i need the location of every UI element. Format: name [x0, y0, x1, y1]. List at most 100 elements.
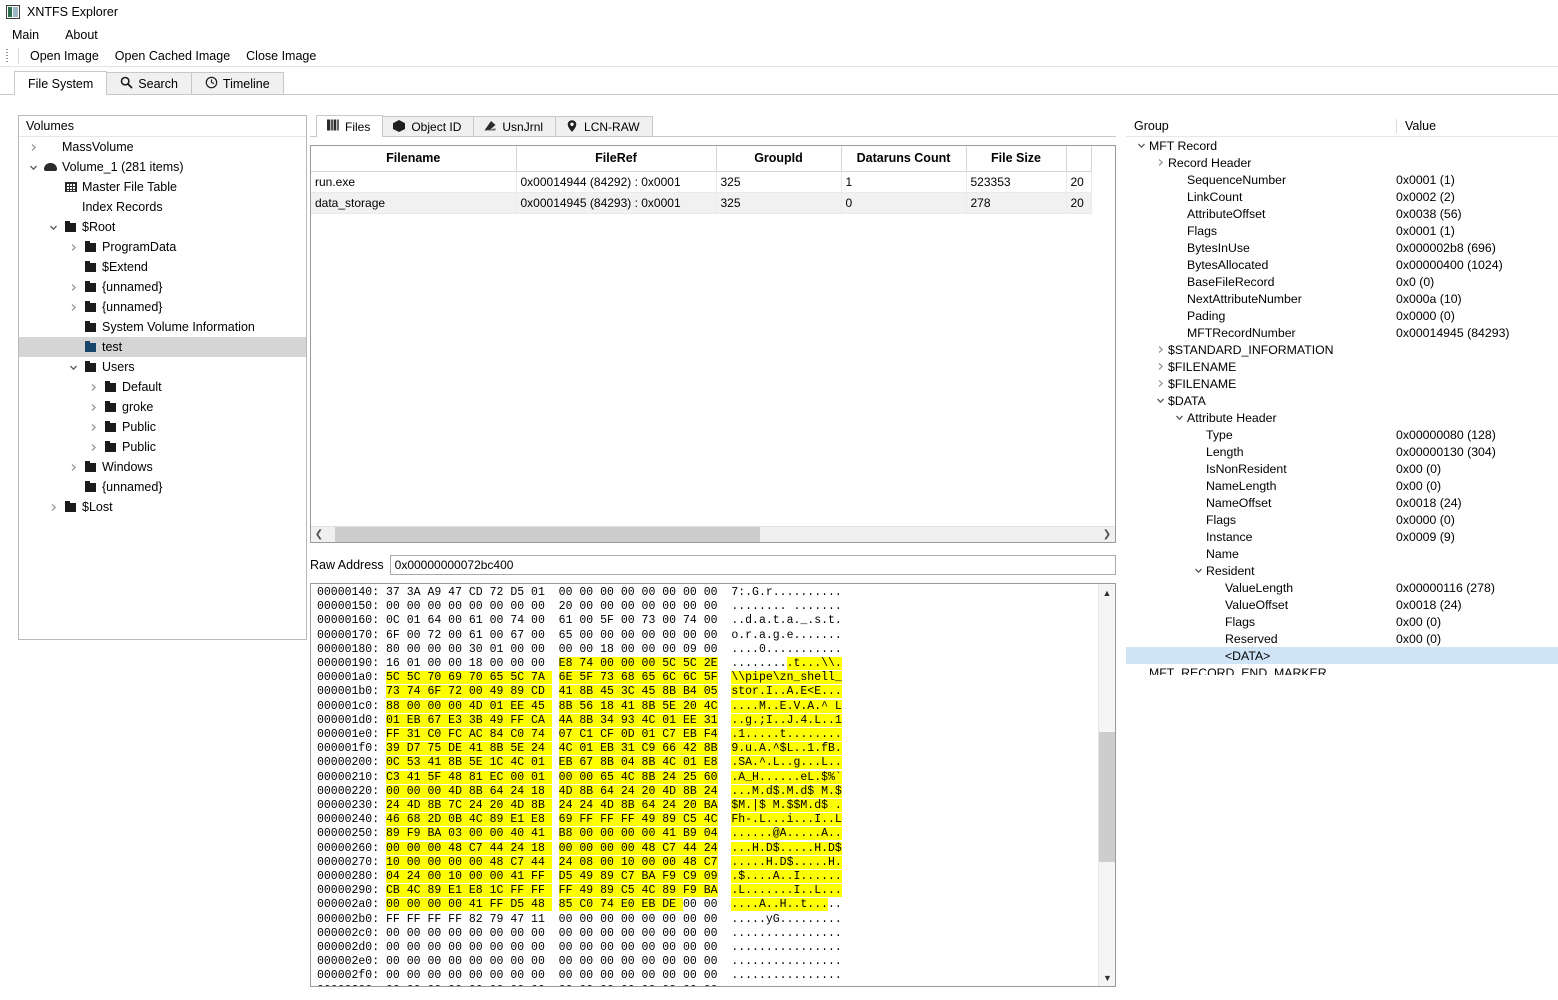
- details-tree[interactable]: MFT Record Record Header SequenceNumber 0x0…: [1126, 137, 1558, 675]
- raw-address-input[interactable]: [389, 555, 1116, 575]
- chevron-right-icon[interactable]: [65, 463, 82, 472]
- tab-timeline[interactable]: Timeline: [190, 72, 284, 95]
- chevron-down-icon[interactable]: [45, 223, 62, 232]
- volumes-tree[interactable]: MassVolume Volume_1 (281 items) Master Fil…: [19, 137, 306, 517]
- hex-line[interactable]: 00000190: 16 01 00 00 18 00 00 00 E8 74 …: [317, 657, 1098, 671]
- hex-vscrollbar[interactable]: ▲ ▼: [1098, 584, 1115, 986]
- menu-item-main[interactable]: Main: [10, 27, 41, 43]
- hex-line[interactable]: 00000150: 00 00 00 00 00 00 00 00 20 00 …: [317, 600, 1098, 614]
- tree-item-index-records[interactable]: Index Records: [19, 197, 306, 217]
- hex-line[interactable]: 00000260: 00 00 00 48 C7 44 24 18 00 00 …: [317, 841, 1098, 856]
- table-row[interactable]: run.exe 0x00014944 (84292) : 0x0001 325 1 52…: [311, 171, 1092, 193]
- hex-line[interactable]: 000002e0: 00 00 00 00 00 00 00 00 00 00 …: [317, 955, 1098, 969]
- files-col-header[interactable]: FileRef: [516, 146, 717, 172]
- hex-line[interactable]: 000001b0: 73 74 6F 72 00 49 89 CD 41 8B …: [317, 685, 1098, 699]
- detail-item-name[interactable]: Name: [1126, 545, 1558, 562]
- tree-item-system-volume-information[interactable]: System Volume Information: [19, 317, 306, 337]
- chevron-right-icon[interactable]: [1153, 379, 1168, 388]
- detail-item-pading[interactable]: Pading 0x0000 (0): [1126, 307, 1558, 324]
- detail-item-nameoffset[interactable]: NameOffset 0x0018 (24): [1126, 494, 1558, 511]
- hex-line[interactable]: 00000300: 00 00 00 00 00 00 00 00 00 00 …: [317, 984, 1098, 986]
- hex-line[interactable]: 00000180: 80 00 00 00 30 01 00 00 00 00 …: [317, 643, 1098, 657]
- chevron-right-icon[interactable]: [65, 303, 82, 312]
- chevron-down-icon[interactable]: [65, 363, 82, 372]
- tree-item-programdata[interactable]: ProgramData: [19, 237, 306, 257]
- detail-item-record-header[interactable]: Record Header: [1126, 154, 1558, 171]
- detail-item-standard-information[interactable]: $STANDARD_INFORMATION: [1126, 341, 1558, 358]
- scroll-down-icon[interactable]: ▼: [1099, 969, 1115, 986]
- chevron-right-icon[interactable]: [1153, 345, 1168, 354]
- files-col-header[interactable]: File Size: [966, 146, 1067, 172]
- tree-item-massvolume[interactable]: MassVolume: [19, 137, 306, 157]
- detail-item-bytesinuse[interactable]: BytesInUse 0x000002b8 (696): [1126, 239, 1558, 256]
- hex-line[interactable]: 000002a0: 00 00 00 00 41 FF D5 48 85 C0 …: [317, 898, 1098, 912]
- tree-item-public[interactable]: Public: [19, 417, 306, 437]
- hscroll-track[interactable]: [327, 526, 1099, 542]
- detail-item-attributeoffset[interactable]: AttributeOffset 0x0038 (56): [1126, 205, 1558, 222]
- tab-search[interactable]: Search: [106, 72, 192, 95]
- chevron-right-icon[interactable]: [1153, 362, 1168, 371]
- detail-item-nextattributenumber[interactable]: NextAttributeNumber 0x000a (10): [1126, 290, 1558, 307]
- detail-item-type[interactable]: Type 0x00000080 (128): [1126, 426, 1558, 443]
- detail-item-valueoffset[interactable]: ValueOffset 0x0018 (24): [1126, 596, 1558, 613]
- tree-item-master-file-table[interactable]: Master File Table: [19, 177, 306, 197]
- hex-lines[interactable]: 00000140: 37 3A A9 47 CD 72 D5 01 00 00 …: [311, 584, 1098, 986]
- hex-line[interactable]: 00000160: 0C 01 64 00 61 00 74 00 61 00 …: [317, 614, 1098, 628]
- detail-item-reserved[interactable]: Reserved 0x00 (0): [1126, 630, 1558, 647]
- tab-file-system[interactable]: File System: [14, 71, 108, 96]
- open-cached-image-button[interactable]: Open Cached Image: [107, 47, 238, 65]
- hex-line[interactable]: 000001f0: 39 D7 75 DE 41 8B 5E 24 4C 01 …: [317, 742, 1098, 756]
- detail-item-mftrecordnumber[interactable]: MFTRecordNumber 0x00014945 (84293): [1126, 324, 1558, 341]
- tree-item-users[interactable]: Users: [19, 357, 306, 377]
- hex-line[interactable]: 00000230: 24 4D 8B 7C 24 20 4D 8B 24 24 …: [317, 799, 1098, 813]
- hex-line[interactable]: 00000240: 46 68 2D 0B 4C 89 E1 E8 69 FF …: [317, 813, 1098, 827]
- hex-line[interactable]: 000001c0: 88 00 00 00 4D 01 EE 45 8B 56 …: [317, 699, 1098, 714]
- files-table-hscrollbar[interactable]: ❮ ❯: [311, 526, 1115, 542]
- detail-item-data[interactable]: $DATA: [1126, 392, 1558, 409]
- tree-item-default[interactable]: Default: [19, 377, 306, 397]
- scroll-left-icon[interactable]: ❮: [311, 529, 327, 540]
- tree-item-windows[interactable]: Windows: [19, 457, 306, 477]
- hex-line[interactable]: 00000220: 00 00 00 4D 8B 64 24 18 4D 8B …: [317, 784, 1098, 799]
- tab-usnjrnl[interactable]: UsnJrnl: [473, 116, 557, 137]
- chevron-down-icon[interactable]: [1172, 413, 1187, 422]
- detail-item-mft-record-end-marker[interactable]: MFT_RECORD_END_MARKER: [1126, 664, 1558, 676]
- detail-item-resident[interactable]: Resident: [1126, 562, 1558, 579]
- chevron-right-icon[interactable]: [85, 423, 102, 432]
- hex-line[interactable]: 000001a0: 5C 5C 70 69 70 65 5C 7A 6E 5F …: [317, 671, 1098, 685]
- tree-item-public[interactable]: Public: [19, 437, 306, 457]
- hex-line[interactable]: 000002b0: FF FF FF FF 82 79 47 11 00 00 …: [317, 913, 1098, 927]
- detail-item-flags[interactable]: Flags 0x0001 (1): [1126, 222, 1558, 239]
- tree-item-unnamed[interactable]: {unnamed}: [19, 277, 306, 297]
- detail-item-data[interactable]: <DATA>: [1126, 647, 1558, 664]
- hex-line[interactable]: 00000250: 89 F9 BA 03 00 00 40 41 B8 00 …: [317, 827, 1098, 841]
- tree-item-volume-1-281-items[interactable]: Volume_1 (281 items): [19, 157, 306, 177]
- files-table-body[interactable]: run.exe 0x00014944 (84292) : 0x0001 325 1 52…: [311, 171, 1092, 214]
- detail-item-bytesallocated[interactable]: BytesAllocated 0x00000400 (1024): [1126, 256, 1558, 273]
- hex-line[interactable]: 000001e0: FF 31 C0 FC AC 84 C0 74 07 C1 …: [317, 728, 1098, 742]
- hex-line[interactable]: 000002f0: 00 00 00 00 00 00 00 00 00 00 …: [317, 969, 1098, 983]
- tree-item-unnamed[interactable]: {unnamed}: [19, 297, 306, 317]
- hex-line[interactable]: 00000170: 6F 00 72 00 61 00 67 00 65 00 …: [317, 629, 1098, 643]
- hex-line[interactable]: 00000200: 0C 53 41 8B 5E 1C 4C 01 EB 67 …: [317, 756, 1098, 770]
- hex-line[interactable]: 000002c0: 00 00 00 00 00 00 00 00 00 00 …: [317, 927, 1098, 941]
- chevron-right-icon[interactable]: [65, 283, 82, 292]
- chevron-right-icon[interactable]: [25, 143, 42, 152]
- detail-item-filename[interactable]: $FILENAME: [1126, 375, 1558, 392]
- chevron-right-icon[interactable]: [65, 243, 82, 252]
- tree-item-unnamed[interactable]: {unnamed}: [19, 477, 306, 497]
- detail-item-valuelength[interactable]: ValueLength 0x00000116 (278): [1126, 579, 1558, 596]
- files-col-header[interactable]: GroupId: [716, 146, 842, 172]
- files-col-header[interactable]: 20: [1066, 146, 1092, 172]
- detail-item-sequencenumber[interactable]: SequenceNumber 0x0001 (1): [1126, 171, 1558, 188]
- hex-vscroll-thumb[interactable]: [1099, 732, 1115, 862]
- tree-item-test[interactable]: test: [19, 337, 306, 357]
- chevron-right-icon[interactable]: [85, 403, 102, 412]
- detail-item-instance[interactable]: Instance 0x0009 (9): [1126, 528, 1558, 545]
- hex-line[interactable]: 00000140: 37 3A A9 47 CD 72 D5 01 00 00 …: [317, 586, 1098, 600]
- detail-item-length[interactable]: Length 0x00000130 (304): [1126, 443, 1558, 460]
- tree-item-root[interactable]: $Root: [19, 217, 306, 237]
- tab-files[interactable]: Files: [316, 115, 384, 138]
- tree-item-lost[interactable]: $Lost: [19, 497, 306, 517]
- detail-item-attribute-header[interactable]: Attribute Header: [1126, 409, 1558, 426]
